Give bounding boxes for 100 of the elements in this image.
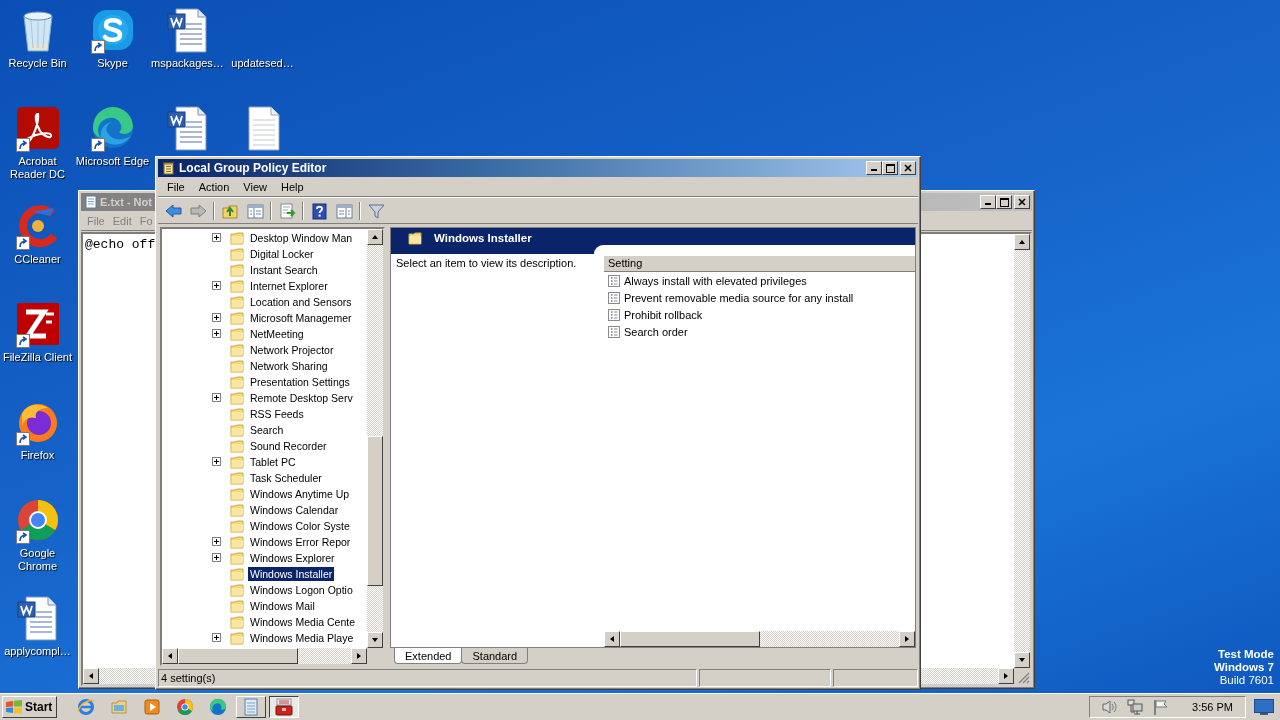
folder-icon <box>229 455 245 469</box>
tree-item[interactable]: Windows Anytime Up <box>248 487 352 501</box>
tree-item[interactable]: NetMeeting <box>248 327 306 341</box>
folder-icon <box>229 615 245 629</box>
vertical-scrollbar[interactable] <box>1014 234 1030 668</box>
scroll-left-button[interactable] <box>162 648 178 664</box>
scroll-right-button[interactable] <box>899 631 915 647</box>
tree-item[interactable]: Windows Explorer <box>248 551 337 565</box>
scroll-right-icon <box>903 635 911 643</box>
tree-item[interactable]: Search <box>248 423 286 437</box>
tree-item[interactable]: Windows Media Playe <box>248 631 356 645</box>
scroll-thumb[interactable] <box>620 631 760 647</box>
toolbox-icon <box>275 698 294 716</box>
description-text: Select an item to view its description. <box>396 257 578 269</box>
scroll-right-button[interactable] <box>998 668 1014 684</box>
show-desktop-icon[interactable] <box>1254 699 1274 715</box>
tree-item[interactable]: RSS Feeds <box>248 407 306 421</box>
folder-icon <box>229 375 245 389</box>
tree-item[interactable]: Task Scheduler <box>248 471 324 485</box>
expand-icon[interactable] <box>212 632 221 642</box>
view-tab[interactable]: Standard <box>461 648 529 664</box>
tree-item[interactable]: Windows Error Repor <box>248 535 353 549</box>
close-button[interactable] <box>900 161 916 175</box>
policy-setting-icon <box>608 308 620 321</box>
maximize-button[interactable] <box>882 161 898 175</box>
expand-icon[interactable] <box>212 280 221 290</box>
tree-item[interactable]: Network Projector <box>248 343 336 357</box>
menu-item[interactable]: Help <box>273 180 311 193</box>
start-button[interactable]: Start <box>2 696 58 718</box>
column-header[interactable]: Setting <box>604 255 915 272</box>
scroll-left-button[interactable] <box>83 668 99 684</box>
setting-item[interactable]: Always install with elevated privileges <box>624 274 807 287</box>
scroll-thumb[interactable] <box>367 436 383 586</box>
tree-item[interactable]: Instant Search <box>248 263 320 277</box>
tree-item[interactable]: Tablet PC <box>248 455 298 469</box>
tree-item[interactable]: Sound Recorder <box>248 439 329 453</box>
folder-icon <box>407 230 423 245</box>
scroll-up-button[interactable] <box>367 229 383 245</box>
desktop-icon-label[interactable]: mspackages… <box>150 57 225 70</box>
scroll-down-button[interactable] <box>367 632 383 648</box>
setting-item[interactable]: Prevent removable media source for any install <box>624 291 854 304</box>
tree-item[interactable]: Presentation Settings <box>248 375 352 389</box>
expand-icon[interactable] <box>212 536 221 546</box>
desktop-icon-label[interactable]: Firefox <box>0 449 75 462</box>
tree-item[interactable]: Desktop Window Man <box>248 231 355 245</box>
scroll-down-button[interactable] <box>1014 652 1030 668</box>
expand-icon[interactable] <box>212 328 221 338</box>
menu-item[interactable]: File <box>160 180 192 193</box>
menu-item[interactable]: Action <box>191 180 237 193</box>
scroll-down-icon <box>1018 656 1026 664</box>
desktop-icon-label[interactable]: Skype <box>75 57 150 70</box>
status-text: 4 setting(s) <box>158 669 697 687</box>
maximize-icon <box>999 197 1009 207</box>
tree-item[interactable]: Digital Locker <box>248 247 316 261</box>
scroll-up-button[interactable] <box>1014 234 1030 250</box>
tree-item[interactable]: Windows Media Cente <box>248 615 358 629</box>
speaker-icon[interactable] <box>1100 698 1119 716</box>
scroll-left-button[interactable] <box>604 631 620 647</box>
minimize-button[interactable] <box>866 161 882 175</box>
expand-icon[interactable] <box>212 232 221 242</box>
desktop-icon-label[interactable]: Google Chrome <box>0 547 75 573</box>
expand-icon[interactable] <box>212 552 221 562</box>
setting-item[interactable]: Search order <box>624 325 688 338</box>
folder-icon <box>229 551 245 565</box>
desktop-icon-label[interactable]: updatesed… <box>225 57 300 70</box>
expand-icon[interactable] <box>212 456 221 466</box>
tree-item[interactable]: Windows Calendar <box>248 503 341 517</box>
text-content[interactable]: @echo off <box>83 234 158 255</box>
folder-icon <box>229 231 245 245</box>
view-tab[interactable]: Extended <box>394 648 463 664</box>
desktop-icon-label[interactable]: Microsoft Edge <box>75 155 150 168</box>
tree-item[interactable]: Windows Mail <box>248 599 317 613</box>
scroll-right-button[interactable] <box>351 648 367 664</box>
menu-item[interactable]: View <box>236 180 274 193</box>
chrome-icon <box>176 698 195 716</box>
tree-item[interactable]: Location and Sensors <box>248 295 354 309</box>
policy-setting-icon <box>608 291 620 304</box>
desktop-icon-label[interactable]: applycompl… <box>0 645 75 658</box>
desktop-icon-label[interactable]: Recycle Bin <box>0 57 75 70</box>
setting-item[interactable]: Prohibit rollback <box>624 308 703 321</box>
horizontal-scrollbar[interactable] <box>604 631 915 647</box>
tree-item[interactable]: Remote Desktop Serv <box>248 391 355 405</box>
taskbar-window-button[interactable] <box>269 696 300 718</box>
folder-icon <box>229 471 245 485</box>
desktop-icon-label[interactable]: Acrobat Reader DC <box>0 155 75 181</box>
tree-item[interactable]: Internet Explorer <box>248 279 330 293</box>
tree-item[interactable]: Microsoft Managemer <box>248 311 354 325</box>
expand-icon[interactable] <box>212 392 221 402</box>
scroll-up-icon <box>371 233 379 241</box>
expand-icon[interactable] <box>212 312 221 322</box>
clock[interactable]: 3:56 PM <box>1192 701 1233 713</box>
tree-item[interactable]: Windows Logon Optio <box>248 583 355 597</box>
tree-item[interactable]: Windows Color Syste <box>248 519 352 533</box>
desktop-icon-label[interactable]: FileZilla Client <box>0 351 75 364</box>
scroll-thumb[interactable] <box>178 648 298 664</box>
desktop-icon-label[interactable]: CCleaner <box>0 253 75 266</box>
vertical-scrollbar[interactable] <box>367 229 383 648</box>
tree-item[interactable]: Network Sharing <box>248 359 330 373</box>
network-icon[interactable] <box>1126 698 1145 716</box>
tree-item[interactable]: Windows Installer <box>248 567 335 581</box>
